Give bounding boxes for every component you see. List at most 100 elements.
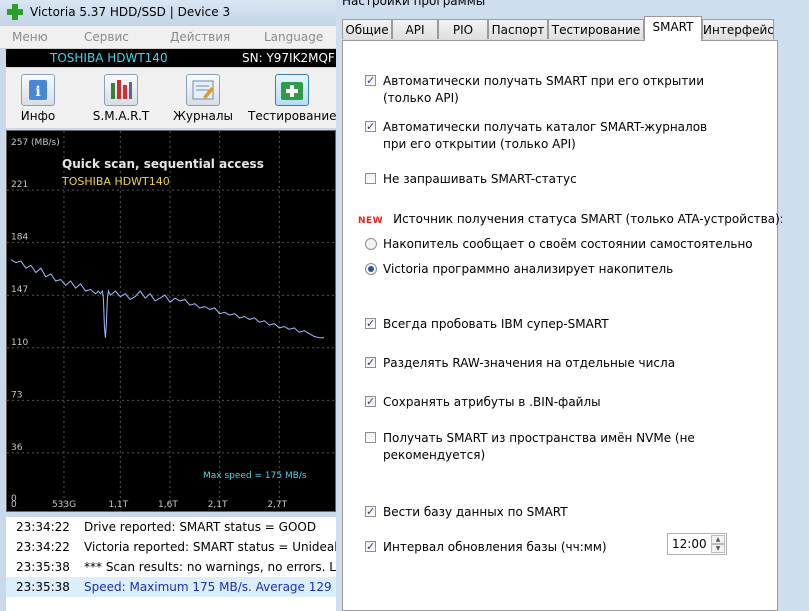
menu-item-service[interactable]: Сервис	[84, 30, 129, 44]
first-aid-icon	[275, 74, 309, 106]
smart-settings-panel: Автоматически получать SMART при его отк…	[342, 40, 784, 611]
auto-smart-checkbox[interactable]	[365, 72, 376, 89]
device-model: TOSHIBA HDWT140	[50, 51, 168, 65]
spinner-down-icon[interactable]: ▼	[711, 544, 725, 553]
tab-pio[interactable]: PIO	[438, 19, 488, 39]
chart-x-tick-label: 2,7T	[267, 500, 287, 510]
chart-x-tick-label: 1,1T	[108, 500, 128, 510]
tab-general[interactable]: Общие	[342, 19, 392, 39]
log-time: 23:34:22	[16, 540, 70, 554]
journal-icon	[186, 74, 220, 106]
victoria-analyzes-radio[interactable]	[365, 263, 377, 275]
chart-y-tick-label: 147	[11, 285, 28, 295]
chart-x-tick-label: 1,6T	[158, 500, 178, 510]
tab-api[interactable]: API	[392, 19, 438, 39]
victoria-main-window: Victoria 5.37 HDD/SSD | Device 3 Меню Се…	[0, 0, 336, 611]
auto-smart-label: Автоматически получать SMART при его отк…	[383, 74, 704, 88]
victoria-cross-icon	[7, 4, 23, 20]
testing-button[interactable]: Тестирование	[248, 74, 336, 128]
settings-dialog: Настройки программы Общие API PIO Паспор…	[336, 0, 809, 611]
main-window-title: Victoria 5.37 HDD/SSD | Device 3	[30, 5, 231, 19]
save-bin-label: Сохранять атрибуты в .BIN-файлы	[383, 395, 601, 409]
log-row: 23:34:22 Victoria reported: SMART status…	[6, 537, 336, 557]
event-log[interactable]: 23:34:22 Drive reported: SMART status = …	[6, 517, 336, 611]
split-raw-checkbox[interactable]	[365, 354, 376, 371]
nvme-namespace-checkbox[interactable]	[365, 432, 376, 443]
chart-x-tick-label: 2,1T	[208, 500, 228, 510]
chart-y-tick-label: 221	[11, 180, 28, 190]
tab-passport[interactable]: Паспорт	[488, 19, 548, 39]
journals-button-label: Журналы	[173, 109, 233, 123]
chart-y-tick-label: 184	[11, 233, 28, 243]
drive-reports-radio[interactable]	[365, 238, 377, 250]
smart-button-label: S.M.A.R.T	[92, 109, 150, 123]
tab-interface[interactable]: Интерфейс	[702, 19, 774, 39]
log-message: Speed: Maximum 175 MB/s. Average 129 M	[84, 580, 336, 594]
device-serial: SN: Y97IK2MQF	[242, 51, 335, 65]
menu-item-menu[interactable]: Меню	[12, 30, 48, 44]
chart-y-tick-label: 257 (MB/s)	[11, 138, 60, 148]
status-source-heading: NEW Источник получения статуса SMART (тол…	[358, 212, 784, 226]
chart-max-speed-annotation: Max speed = 175 MB/s	[203, 471, 307, 481]
new-badge: NEW	[358, 216, 384, 226]
log-row: 23:34:22 Drive reported: SMART status = …	[6, 517, 336, 537]
auto-smart-label-line2: (только API)	[383, 91, 459, 105]
log-time: 23:35:38	[16, 560, 70, 574]
log-message: Drive reported: SMART status = GOOD	[84, 520, 317, 534]
db-interval-value[interactable]: 12:00	[672, 537, 707, 551]
db-interval-label: Интервал обновления базы (чч:мм)	[383, 540, 607, 554]
smart-bars-icon	[104, 74, 138, 106]
journals-button[interactable]: Журналы	[172, 74, 234, 128]
chart-y-tick-label: 73	[11, 390, 22, 400]
svg-text:i: i	[35, 84, 40, 100]
menu-item-actions[interactable]: Действия	[170, 30, 230, 44]
chart-x-tick-label: 0	[11, 500, 17, 510]
info-button[interactable]: i Инфо	[10, 74, 66, 128]
auto-logs-label-line2: при его открытии (только API)	[383, 137, 576, 151]
info-button-label: Инфо	[20, 109, 56, 123]
drive-reports-label: Накопитель сообщает о своём состоянии са…	[383, 237, 753, 251]
ibm-smart-checkbox[interactable]	[365, 315, 376, 332]
tab-testing[interactable]: Тестирование	[548, 19, 644, 39]
speed-chart: 257 (MB/s) 221 184 147 110 73 36 0 0 533G 1,1T 1,6T…	[6, 130, 336, 512]
log-message: Victoria reported: SMART status = Unidea…	[84, 540, 336, 554]
ibm-smart-label: Всегда пробовать IBM супер-SMART	[383, 317, 609, 331]
testing-button-label: Тестирование	[248, 109, 336, 123]
main-toolbar: i Инфо S.M.A.R.T Журналы Тестирование	[6, 68, 336, 128]
smart-button[interactable]: S.M.A.R.T	[86, 74, 156, 128]
main-title-bar: Victoria 5.37 HDD/SSD | Device 3	[0, 0, 336, 26]
log-row: 23:35:38 Speed: Maximum 175 MB/s. Averag…	[6, 577, 336, 597]
tab-smart[interactable]: SMART	[644, 16, 702, 41]
chart-title: Quick scan, sequential access	[62, 157, 264, 171]
chart-x-tick-label: 533G	[52, 500, 76, 510]
auto-logs-checkbox[interactable]	[365, 118, 376, 135]
no-status-label: Не запрашивать SMART-статус	[383, 172, 577, 186]
save-bin-checkbox[interactable]	[365, 393, 376, 410]
log-time: 23:35:38	[16, 580, 70, 594]
no-status-checkbox[interactable]	[365, 173, 376, 184]
victoria-analyzes-label: Victoria программно анализирует накопите…	[383, 262, 674, 276]
speed-chart-svg: 257 (MB/s)221184147110733600 533G 1,1T 1,6T…	[7, 131, 335, 511]
split-raw-label: Разделять RAW-значения на отдельные числ…	[383, 356, 676, 370]
menu-item-language[interactable]: Language	[264, 30, 323, 44]
auto-logs-label: Автоматически получать каталог SMART-жур…	[383, 120, 708, 134]
chart-subtitle: TOSHIBA HDWT140	[61, 175, 170, 188]
log-time: 23:34:22	[16, 520, 70, 534]
settings-tabs: Общие API PIO Паспорт Тестирование SMART…	[342, 16, 802, 41]
info-icon: i	[21, 74, 55, 106]
db-interval-checkbox[interactable]	[365, 538, 376, 555]
device-bar[interactable]: TOSHIBA HDWT140 SN: Y97IK2MQF	[6, 49, 336, 67]
dialog-side-strip	[782, 40, 809, 611]
settings-dialog-title: Настройки программы	[342, 0, 486, 8]
chart-y-tick-label: 110	[11, 338, 28, 348]
db-interval-spinner[interactable]: 12:00 ▲ ▼	[667, 533, 727, 555]
main-menu-bar: Меню Сервис Действия Language	[0, 26, 336, 49]
nvme-namespace-label: Получать SMART из пространства имён NVMe…	[383, 431, 695, 445]
keep-db-checkbox[interactable]	[365, 503, 376, 520]
keep-db-label: Вести базу данных по SMART	[383, 505, 568, 519]
spinner-up-icon[interactable]: ▲	[711, 535, 725, 544]
status-source-heading-text: Источник получения статуса SMART (только…	[393, 212, 784, 226]
log-message: *** Scan results: no warnings, no errors…	[84, 560, 336, 574]
speed-series-line	[10, 259, 324, 339]
log-row: 23:35:38 *** Scan results: no warnings, …	[6, 557, 336, 577]
